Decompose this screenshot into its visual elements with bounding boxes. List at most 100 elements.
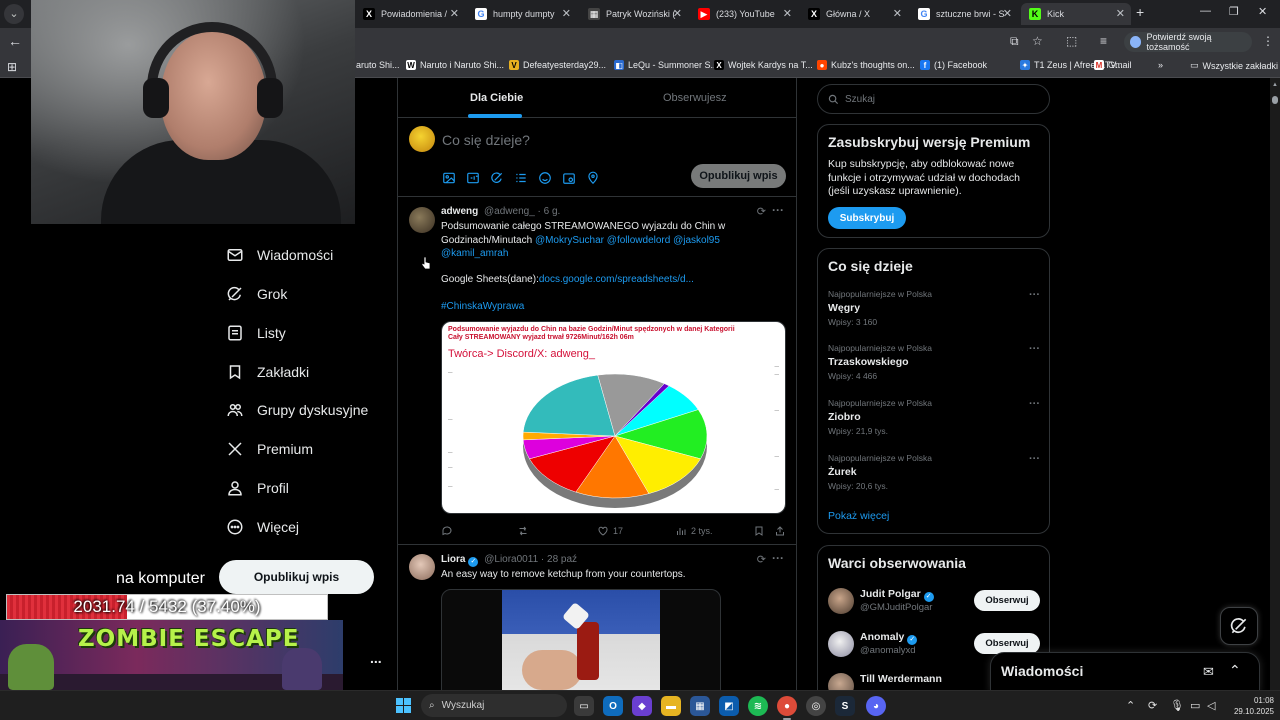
emoji-icon[interactable] — [538, 171, 552, 185]
tab-following[interactable]: Obserwujesz — [663, 92, 727, 104]
close-window-icon[interactable]: ✕ — [1258, 5, 1267, 18]
grok-explain-icon[interactable]: ⟳ — [757, 205, 766, 218]
bookmark-item[interactable]: V Defeatyesterday29... — [509, 60, 606, 70]
compose-input[interactable]: Co się dzieje? — [442, 132, 530, 148]
avatar[interactable] — [409, 207, 435, 233]
sync-icon[interactable]: ⟳ — [1148, 699, 1157, 712]
browser-tab[interactable]: X Główna / X ✕ — [800, 3, 908, 25]
expand-drawer-icon[interactable]: ⌃ — [1229, 662, 1241, 679]
who-to-follow-row[interactable]: Judit Polgar ✓ @GMJuditPolgar Obserwuj — [828, 586, 1040, 622]
tweet-author-handle[interactable]: @Liora0011 — [484, 554, 538, 565]
like-button[interactable]: 17 — [597, 525, 623, 537]
bookmark-item[interactable]: aruto Shi... — [356, 60, 400, 70]
nav-item-mail[interactable]: Wiadomości — [226, 243, 333, 267]
back-arrow-icon[interactable]: ← — [8, 33, 22, 49]
chrome-icon[interactable]: ● — [777, 696, 797, 720]
views-button[interactable]: 2 tys. — [675, 525, 713, 537]
show-more-link[interactable]: Pokaż więcej — [828, 510, 889, 522]
search-input[interactable]: Szukaj — [817, 84, 1050, 114]
store-icon[interactable]: ▦ — [690, 696, 710, 716]
more-horizontal-icon[interactable]: ··· — [1029, 453, 1040, 465]
tab-search-icon[interactable]: ⌄ — [4, 4, 24, 24]
install-app-icon[interactable]: ⧉ — [1010, 34, 1019, 49]
trend-item[interactable]: Najpopularniejsze w Polska Węgry Wpisy: 3 … — [828, 289, 1040, 327]
browser-tab[interactable]: Ghumpty dumpty ✕ — [467, 3, 577, 25]
minimize-icon[interactable]: — — [1200, 5, 1211, 17]
nav-item-people[interactable]: Grupy dyskusyjne — [226, 398, 368, 422]
outlook-icon[interactable]: O — [603, 696, 623, 716]
bookmark-item[interactable]: W Naruto i Naruto Shi... — [406, 60, 504, 70]
gif-icon[interactable] — [466, 171, 480, 185]
compose-post-button[interactable]: Opublikuj wpis — [691, 164, 786, 188]
close-tab-icon[interactable]: ✕ — [1003, 7, 1012, 20]
bookmark-item[interactable]: M Gmail — [1094, 60, 1132, 70]
bookmark-item[interactable]: f (1) Facebook — [920, 60, 987, 70]
avatar[interactable] — [828, 631, 854, 657]
maximize-icon[interactable]: ❐ — [1229, 5, 1239, 18]
star-icon[interactable]: ☆ — [1032, 34, 1043, 48]
taskbar-search-input[interactable]: ⌕ Wyszukaj — [421, 694, 567, 717]
more-horizontal-icon[interactable]: ··· — [1029, 289, 1040, 301]
bookmark-button[interactable] — [753, 525, 765, 537]
close-tab-icon[interactable]: ✕ — [562, 7, 571, 20]
network-icon[interactable]: ▭ — [1190, 699, 1200, 712]
tweet-author-handle[interactable]: @adweng_ — [484, 206, 535, 217]
nav-post-button[interactable]: Opublikuj wpis — [219, 560, 374, 594]
browser-tab[interactable]: ▦ Patryk Woziński (✕ — [580, 3, 688, 25]
steam-icon[interactable]: S — [835, 696, 855, 716]
close-tab-icon[interactable]: ✕ — [1116, 7, 1125, 20]
schedule-icon[interactable] — [562, 171, 576, 185]
tweet-sheet-link[interactable]: docs.google.com/spreadsheets/d... — [539, 274, 694, 285]
share-button[interactable] — [774, 525, 786, 537]
nav-item-list[interactable]: Listy — [226, 321, 286, 345]
taskbar-clock[interactable]: 01:08 29.10.2025 — [1224, 695, 1274, 717]
tweet-time[interactable]: · 6 g. — [538, 206, 561, 217]
more-horizontal-icon[interactable]: ··· — [1029, 343, 1040, 355]
spotify-icon[interactable]: ≋ — [748, 696, 768, 716]
tweet-video[interactable] — [441, 589, 721, 690]
bookmark-item[interactable]: ● Kubz's thoughts on... — [817, 60, 915, 70]
new-tab-icon[interactable]: + — [1136, 4, 1144, 20]
avatar[interactable] — [409, 554, 435, 580]
task-view-icon[interactable]: ▭ — [574, 696, 594, 716]
grok-floating-button[interactable] — [1220, 607, 1258, 645]
trend-item[interactable]: Najpopularniejsze w Polska Ziobro Wpisy: 2… — [828, 398, 1040, 436]
more-horizontal-icon[interactable]: ··· — [772, 203, 784, 217]
subscribe-button[interactable]: Subskrybuj — [828, 207, 906, 229]
browser-tab[interactable]: K Kick ✕ — [1021, 3, 1131, 25]
nav-item-x-logo[interactable]: Premium — [226, 437, 313, 461]
tweet[interactable]: Liora ✓ @Liora0011 · 28 paź ⟳ ··· An easy… — [398, 545, 796, 690]
trend-item[interactable]: Najpopularniejsze w Polska Trzaskowskiego… — [828, 343, 1040, 381]
scroll-up-icon[interactable]: ▲ — [1272, 82, 1278, 88]
avatar[interactable] — [409, 126, 435, 152]
new-message-icon[interactable]: ✉ — [1203, 664, 1214, 680]
nav-item-more-circle[interactable]: Więcej — [226, 515, 299, 539]
close-tab-icon[interactable]: ✕ — [673, 7, 682, 20]
tray-overflow-icon[interactable]: ⌃ — [1126, 699, 1135, 712]
verify-identity-button[interactable]: Potwierdź swoją tożsamość — [1124, 32, 1252, 52]
microphone-icon[interactable]: 🎙 — [1170, 699, 1184, 712]
app-icon[interactable]: ◩ — [719, 696, 739, 716]
avatar[interactable] — [828, 588, 854, 614]
browser-tab[interactable]: X Powiadomienia / ✕ — [355, 3, 465, 25]
close-tab-icon[interactable]: ✕ — [893, 7, 902, 20]
tweet-time[interactable]: · 28 paź — [541, 554, 577, 565]
trend-item[interactable]: Najpopularniejsze w Polska Żurek Wpisy: 20… — [828, 453, 1040, 491]
nav-item-profile[interactable]: Profil — [226, 476, 289, 500]
more-horizontal-icon[interactable]: ··· — [1029, 398, 1040, 410]
bookmark-item[interactable]: X Wojtek Kardys na T... — [714, 60, 813, 70]
apps-grid-icon[interactable]: ⊞ — [7, 60, 17, 74]
file-explorer-icon[interactable]: ▬ — [661, 696, 681, 716]
copilot-icon[interactable]: ◆ — [632, 696, 652, 716]
discord-icon[interactable]: ◕ — [866, 696, 886, 716]
windows-start-icon[interactable] — [396, 698, 412, 714]
bookmarks-folder[interactable]: ▭ Wszystkie zakładki — [1190, 60, 1278, 71]
tweet-author-name[interactable]: adweng — [441, 206, 478, 217]
follow-button[interactable]: Obserwuj — [974, 633, 1040, 654]
close-tab-icon[interactable]: ✕ — [783, 7, 792, 20]
nav-item-grok[interactable]: Grok — [226, 282, 287, 306]
tweet-author-name[interactable]: Liora — [441, 554, 465, 565]
extensions-icon[interactable]: ⬚ — [1066, 34, 1077, 48]
more-horizontal-icon[interactable]: ··· — [772, 551, 784, 565]
tweet[interactable]: adweng @adweng_ · 6 g. ⟳ ··· Podsumowani… — [398, 197, 796, 545]
